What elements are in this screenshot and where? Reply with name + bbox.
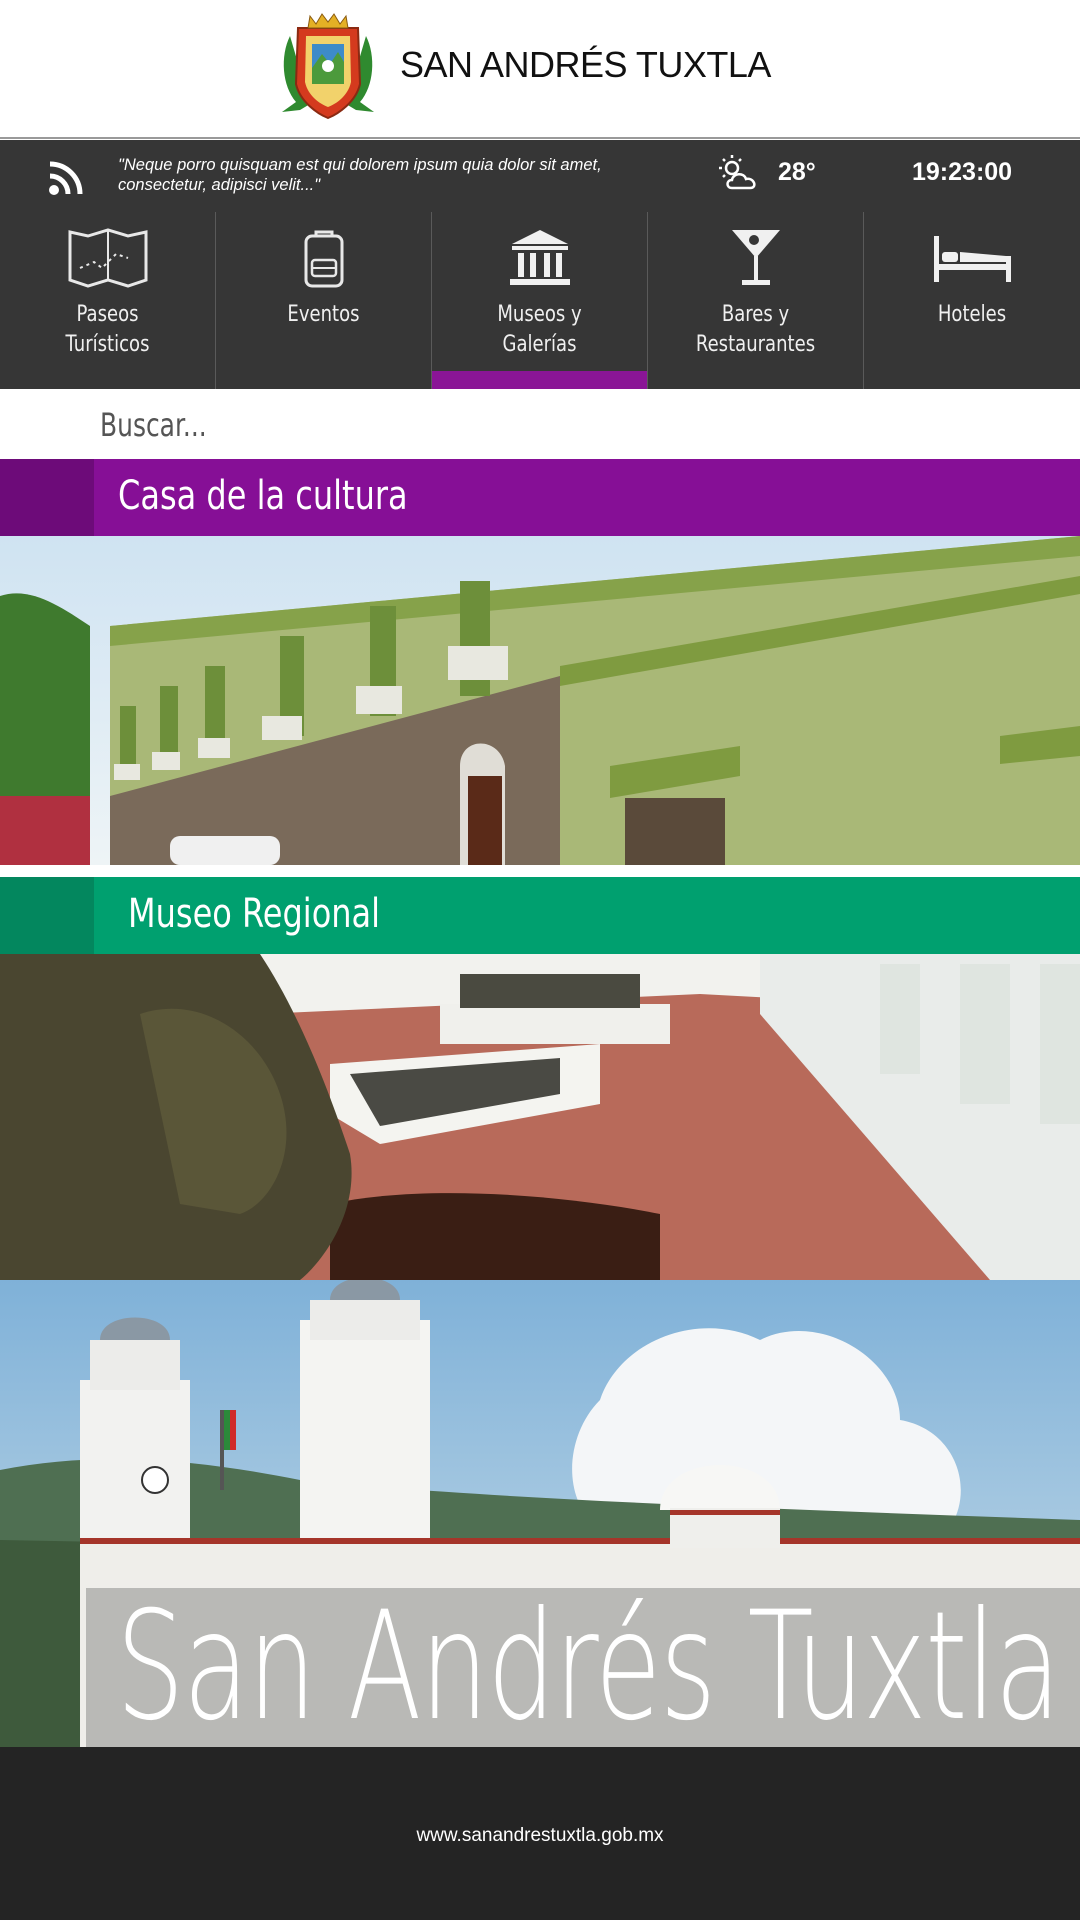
nav-label: Hoteles (937, 302, 1007, 327)
building-photo (0, 536, 1080, 865)
search-input[interactable] (100, 403, 802, 447)
nav-label: Bares y Restaurantes (695, 302, 816, 357)
clock: 19:23:00 (912, 158, 1013, 186)
cocktail-icon (731, 230, 780, 285)
site-footer: www.sanandrestuxtla.gob.mx (0, 1747, 1080, 1920)
municipal-crest-icon (282, 13, 374, 120)
active-indicator (432, 371, 647, 389)
site-title: SAN ANDRÉS TUXTLA (400, 44, 771, 85)
nav-item-museos[interactable]: Museos y Galerías (432, 212, 648, 389)
site-header: SAN ANDRÉS TUXTLA (0, 0, 1080, 139)
rss-icon[interactable] (46, 158, 86, 198)
place-header-casa-de-la-cultura[interactable]: Casa de la cultura (0, 459, 1080, 536)
bed-icon (934, 236, 1011, 282)
news-ticker-text: "Neque porro quisquam est qui dolorem ip… (118, 156, 602, 194)
spacer (0, 865, 1080, 877)
nav-label: Paseos Turísticos (65, 302, 150, 357)
nav-item-eventos[interactable]: Eventos (216, 212, 432, 389)
place-tab-marker (0, 877, 94, 954)
backpack-icon (304, 230, 343, 288)
nav-item-hoteles[interactable]: Hoteles (864, 212, 1080, 389)
search-bar (0, 389, 1080, 459)
place-header-museo-regional[interactable]: Museo Regional (0, 877, 1080, 954)
header-divider (0, 137, 1080, 139)
nav-label: Eventos (287, 302, 360, 327)
place-title: Casa de la cultura (118, 473, 408, 519)
hero-banner: San Andrés Tuxtla (0, 1280, 1080, 1747)
place-photo-casa-de-la-cultura[interactable] (0, 536, 1080, 865)
hero-title: San Andrés Tuxtla (116, 1580, 1061, 1747)
museum-icon (509, 230, 570, 285)
map-icon (68, 228, 147, 288)
partly-sunny-icon (719, 155, 756, 190)
nav-label: Museos y Galerías (497, 302, 582, 357)
museum-photo (0, 954, 1080, 1280)
place-tab-marker (0, 459, 94, 536)
temperature: 28° (778, 158, 816, 186)
place-title: Museo Regional (128, 891, 381, 937)
nav-item-bares[interactable]: Bares y Restaurantes (648, 212, 864, 389)
place-photo-museo-regional[interactable] (0, 954, 1080, 1280)
footer-url-link[interactable]: www.sanandrestuxtla.gob.mx (0, 1825, 1080, 1847)
category-nav: Paseos Turísticos Eventos Museos y Galería… (0, 212, 1080, 389)
info-bar: "Neque porro quisquam est qui dolorem ip… (0, 140, 1080, 212)
nav-item-paseos[interactable]: Paseos Turísticos (0, 212, 216, 389)
